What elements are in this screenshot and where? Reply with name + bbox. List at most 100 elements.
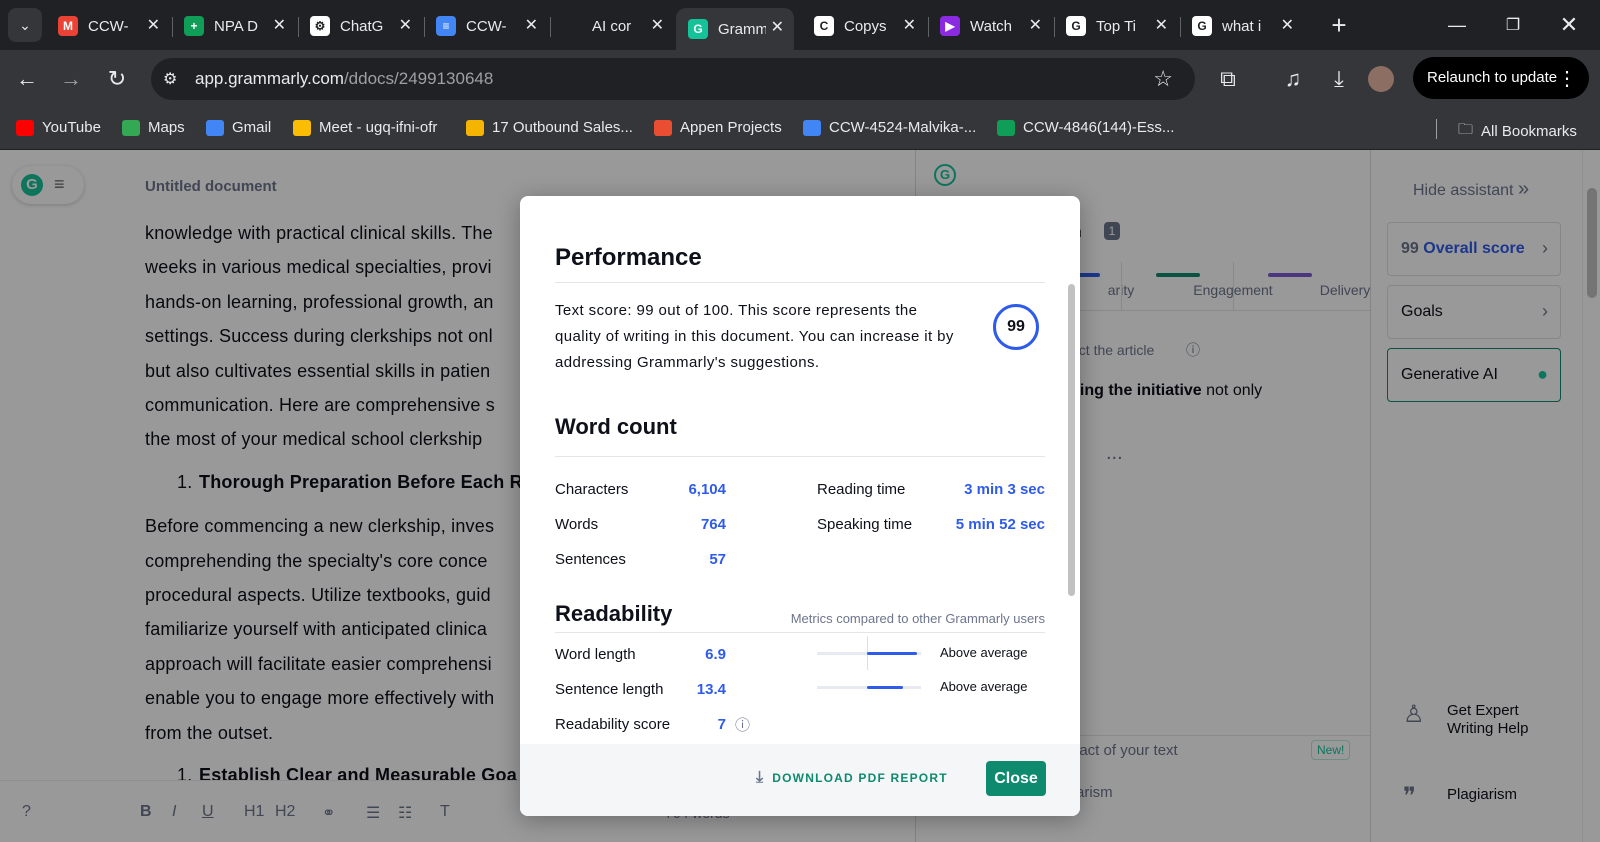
address-bar[interactable]: ⚙ app.grammarly.com/ddocs/2499130648 ☆ xyxy=(151,58,1195,100)
close-tab-icon[interactable]: ✕ xyxy=(1155,15,1168,35)
close-tab-icon[interactable]: ✕ xyxy=(651,15,664,35)
word-length-level: Above average xyxy=(940,645,1028,660)
bookmark-favicon-icon xyxy=(803,119,821,136)
minimize-button[interactable]: — xyxy=(1440,8,1474,42)
close-tab-icon[interactable]: ✕ xyxy=(1029,15,1042,35)
close-tab-icon[interactable]: ✕ xyxy=(525,15,538,35)
bookmark-item[interactable]: Appen Projects xyxy=(654,119,782,136)
bookmark-item[interactable]: CCW-4846(144)-Ess... xyxy=(997,119,1174,136)
close-tab-icon[interactable]: ✕ xyxy=(903,15,916,35)
tab-title: CCW- xyxy=(466,17,507,35)
folder-icon: 🗀 xyxy=(1458,121,1474,138)
close-tab-icon[interactable]: ✕ xyxy=(147,15,160,35)
site-info-icon[interactable]: ⚙ xyxy=(163,69,177,89)
tab-7[interactable]: C Copys ✕ xyxy=(802,6,926,46)
close-button[interactable]: Close xyxy=(986,761,1046,796)
close-tab-icon[interactable]: ✕ xyxy=(1281,15,1294,35)
close-tab-icon[interactable]: ✕ xyxy=(273,15,286,35)
bookmark-star-icon[interactable]: ☆ xyxy=(1153,66,1173,92)
copyscape-icon: C xyxy=(814,16,834,36)
tab-title: NPA D xyxy=(214,17,258,35)
score-circle: 99 xyxy=(993,304,1039,350)
media-icon[interactable]: ♫ xyxy=(1276,62,1310,96)
tab-8[interactable]: ▶ Watch ✕ xyxy=(928,6,1052,46)
word-length-value: 6.9 xyxy=(705,646,726,663)
bookmark-item[interactable]: Meet - ugq-ifni-ofr xyxy=(293,119,437,136)
bookmark-favicon-icon xyxy=(293,119,311,136)
readability-score-value: 7 xyxy=(717,716,726,733)
word-count-heading: Word count xyxy=(555,414,677,439)
performance-description: Text score: 99 out of 100. This score re… xyxy=(555,302,954,371)
profile-avatar[interactable] xyxy=(1368,66,1394,92)
google-icon: G xyxy=(1192,16,1212,36)
bookmark-favicon-icon xyxy=(206,119,224,136)
new-tab-button[interactable]: + xyxy=(1322,8,1356,42)
comparison-note: Metrics compared to other Grammarly user… xyxy=(790,611,1045,626)
speaking-time-label: Speaking time xyxy=(817,516,913,533)
all-bookmarks[interactable]: 🗀 All Bookmarks xyxy=(1458,119,1577,144)
extensions-icon[interactable]: ⧉ xyxy=(1211,62,1245,96)
sentence-length-fill xyxy=(867,686,903,689)
tab-1[interactable]: M CCW- ✕ xyxy=(46,6,170,46)
word-length-label: Word length xyxy=(555,646,636,663)
bookmarks-bar: YouTube Maps Gmail Meet - ugq-ifni-ofr 17 Ou… xyxy=(0,108,1600,150)
performance-dialog: Performance Text score: 99 out of 100. T… xyxy=(520,196,1080,816)
grammarly-icon: G xyxy=(688,19,708,39)
reload-icon[interactable]: ↻ xyxy=(100,62,134,96)
words-label: Words xyxy=(555,516,599,533)
google-icon: G xyxy=(1066,16,1086,36)
reading-time-label: Reading time xyxy=(817,481,906,498)
tab-title: Gramm xyxy=(718,20,766,38)
menu-dots-icon[interactable]: ⋮ xyxy=(1557,66,1577,91)
sentence-length-level: Above average xyxy=(940,679,1028,694)
restore-button[interactable]: ❐ xyxy=(1496,8,1530,42)
download-pdf-button[interactable]: ⤓ DOWNLOAD PDF REPORT xyxy=(756,769,948,787)
tab-6[interactable]: G Gramm ✕ xyxy=(676,8,794,50)
characters-value: 6,104 xyxy=(688,481,726,498)
relaunch-button[interactable]: Relaunch to update ⋮ xyxy=(1413,57,1589,99)
info-icon[interactable]: ⓘ xyxy=(735,714,750,735)
chatgpt-icon: ⚙ xyxy=(310,16,330,36)
tab-10[interactable]: Gwhat i ✕ xyxy=(1180,6,1304,46)
tab-title: AI cor xyxy=(592,17,632,35)
bookmark-item[interactable]: 17 Outbound Sales... xyxy=(466,119,633,136)
url-text: app.grammarly.com/ddocs/2499130648 xyxy=(195,69,494,88)
readability-heading: Readability xyxy=(555,601,673,626)
browser-toolbar: ← → ↻ ⚙ app.grammarly.com/ddocs/24991306… xyxy=(0,50,1600,108)
bookmark-item[interactable]: Maps xyxy=(122,119,185,136)
words-value: 764 xyxy=(700,516,726,533)
tab-strip: ⌄ M CCW- ✕ + NPA D ✕ ⚙ ChatG ✕ ≡ CCW- ✕ AI cor ✕ G Gram… xyxy=(0,0,1600,50)
tab-title: Top Ti xyxy=(1096,17,1137,35)
readability-score-label: Readability score xyxy=(555,716,671,733)
word-length-fill xyxy=(867,652,917,655)
close-tab-icon[interactable]: ✕ xyxy=(399,15,412,35)
bookmark-item[interactable]: Gmail xyxy=(206,119,271,136)
tab-title: CCW- xyxy=(88,17,129,35)
bookmark-favicon-icon xyxy=(16,119,34,136)
play-icon: ▶ xyxy=(940,16,960,36)
close-window-button[interactable]: ✕ xyxy=(1552,8,1586,42)
tab-search-button[interactable]: ⌄ xyxy=(8,8,42,42)
sentences-label: Sentences xyxy=(555,551,626,568)
download-icon[interactable]: ⤓ xyxy=(1322,62,1356,96)
tab-5[interactable]: AI cor ✕ xyxy=(550,6,674,46)
sentences-value: 57 xyxy=(709,551,726,568)
docs-icon: ≡ xyxy=(436,16,456,36)
tab-title: what i xyxy=(1222,17,1262,35)
tab-9[interactable]: G Top Ti ✕ xyxy=(1054,6,1178,46)
tab-3[interactable]: ⚙ ChatG ✕ xyxy=(298,6,422,46)
close-tab-icon[interactable]: ✕ xyxy=(771,17,784,37)
bookmark-item[interactable]: YouTube xyxy=(16,119,101,136)
speaking-time-value: 5 min 52 sec xyxy=(955,516,1045,533)
bookmark-item[interactable]: CCW-4524-Malvika-... xyxy=(803,119,976,136)
tab-title: Copys xyxy=(844,17,887,35)
forward-icon[interactable]: → xyxy=(54,62,88,96)
tab-2[interactable]: + NPA D ✕ xyxy=(172,6,296,46)
download-icon: ⤓ xyxy=(756,769,765,786)
back-icon[interactable]: ← xyxy=(10,62,44,96)
dialog-footer: ⤓ DOWNLOAD PDF REPORT Close xyxy=(520,744,1080,816)
dialog-scrollbar[interactable] xyxy=(1068,284,1075,596)
characters-label: Characters xyxy=(555,481,629,498)
tab-4[interactable]: ≡ CCW- ✕ xyxy=(424,6,548,46)
sentence-length-label: Sentence length xyxy=(555,681,664,698)
